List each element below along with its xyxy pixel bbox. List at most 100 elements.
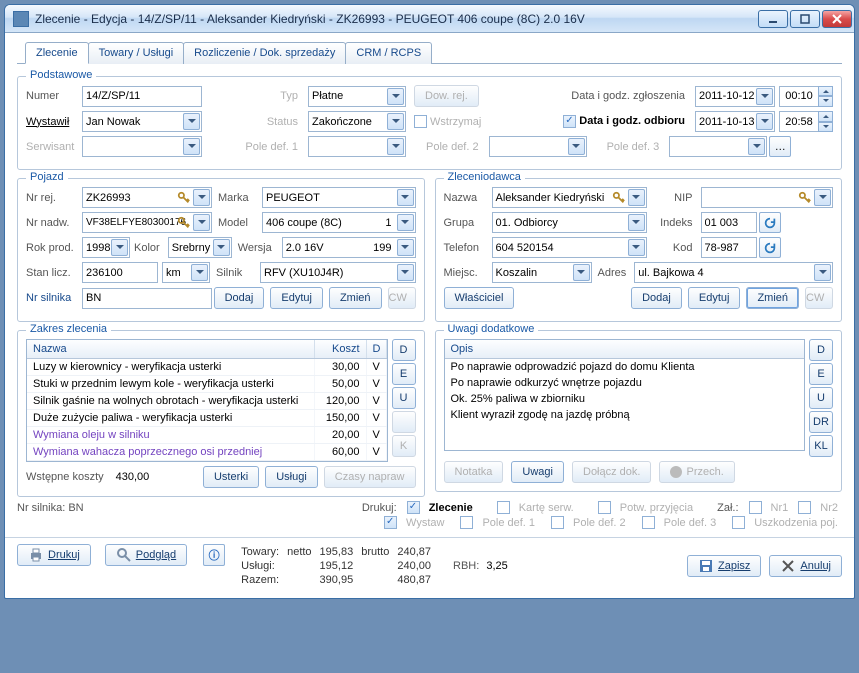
czasy-button[interactable]: Czasy napraw xyxy=(324,466,416,488)
marka-combo[interactable]: PEUGEOT xyxy=(262,187,416,208)
time-spinner2[interactable] xyxy=(818,111,833,132)
model-combo[interactable]: 406 coupe (8C)1 xyxy=(262,212,416,233)
notes-side-D[interactable]: D xyxy=(809,339,833,361)
datazgl-date[interactable]: 2011-10-12 xyxy=(695,86,775,107)
nr2-check[interactable] xyxy=(798,501,811,514)
chevron-down-icon[interactable] xyxy=(111,239,128,256)
kolor-combo[interactable]: Srebrny xyxy=(168,237,232,258)
close-button[interactable] xyxy=(822,10,852,28)
tab-towary[interactable]: Towary / Usługi xyxy=(88,42,185,64)
status-combo[interactable]: Zakończone xyxy=(308,111,406,132)
uwagi-button[interactable]: Uwagi xyxy=(511,461,564,483)
chevron-down-icon[interactable] xyxy=(756,88,773,105)
wystaw-check[interactable] xyxy=(384,516,397,529)
table-row[interactable]: Wymiana wahacza poprzecznego osi przedni… xyxy=(27,444,387,461)
table-row[interactable]: Silnik gaśnie na wolnych obrotach - wery… xyxy=(27,393,387,410)
chevron-down-icon[interactable] xyxy=(628,214,645,231)
datazgl-time[interactable] xyxy=(779,86,819,107)
nrsil-input[interactable] xyxy=(82,288,212,309)
time-spinner[interactable] xyxy=(818,86,833,107)
notatka-button[interactable]: Notatka xyxy=(444,461,504,483)
chevron-down-icon[interactable] xyxy=(568,138,585,155)
drukuj-button[interactable]: Drukuj xyxy=(17,544,91,566)
karte-check[interactable] xyxy=(497,501,510,514)
nazwa-input[interactable]: Aleksander Kiedryński xyxy=(492,187,647,208)
chevron-down-icon[interactable] xyxy=(397,239,414,256)
table-row[interactable]: Luzy w kierownicy - weryfikacja usterki3… xyxy=(27,359,387,376)
info-button[interactable]: ⓘ xyxy=(203,544,225,566)
chevron-down-icon[interactable] xyxy=(748,138,765,155)
grupa-combo[interactable]: 01. Odbiorcy xyxy=(492,212,647,233)
veh-zmien-button[interactable]: Zmień xyxy=(329,287,382,309)
pd-more-button[interactable]: … xyxy=(769,136,791,157)
dataodb-date[interactable]: 2011-10-13 xyxy=(695,111,775,132)
chevron-down-icon[interactable] xyxy=(387,113,404,130)
chevron-down-icon[interactable] xyxy=(191,264,208,281)
nrnad-input[interactable]: VF38ELFYE80300176 xyxy=(82,212,212,233)
nr1-check[interactable] xyxy=(749,501,762,514)
chevron-down-icon[interactable] xyxy=(193,189,210,206)
tab-rozliczenie[interactable]: Rozliczenie / Dok. sprzedaży xyxy=(183,42,346,64)
miejsc-combo[interactable]: Koszalin xyxy=(492,262,592,283)
silnik-combo[interactable]: RFV (XU10J4R) xyxy=(260,262,416,283)
chevron-down-icon[interactable] xyxy=(814,189,831,206)
tab-crm[interactable]: CRM / RCPS xyxy=(345,42,432,64)
kod-refresh-button[interactable] xyxy=(759,237,781,258)
anuluj-button[interactable]: Anuluj xyxy=(769,555,842,577)
chevron-down-icon[interactable] xyxy=(814,264,831,281)
col-koszt[interactable]: Koszt xyxy=(315,340,367,358)
stan-unit[interactable]: km xyxy=(162,262,210,283)
pd2-combo[interactable] xyxy=(489,136,587,157)
zapisz-button[interactable]: Zapisz xyxy=(687,555,761,577)
typ-combo[interactable]: Płatne xyxy=(308,86,406,107)
scope-side-E[interactable]: E xyxy=(392,363,416,385)
pd3-check[interactable] xyxy=(642,516,655,529)
scope-side-D[interactable]: D xyxy=(392,339,416,361)
indeks-input[interactable] xyxy=(701,212,757,233)
chevron-down-icon[interactable] xyxy=(573,264,590,281)
adres-combo[interactable]: ul. Bajkowa 4 xyxy=(634,262,833,283)
podglad-button[interactable]: Podgląd xyxy=(105,544,187,566)
pd2-check[interactable] xyxy=(551,516,564,529)
przech-button[interactable]: Przech. xyxy=(659,461,734,483)
kod-input[interactable] xyxy=(701,237,757,258)
indeks-refresh-button[interactable] xyxy=(759,212,781,233)
pd1-combo[interactable] xyxy=(308,136,406,157)
stan-input[interactable] xyxy=(82,262,158,283)
pd1-check[interactable] xyxy=(460,516,473,529)
minimize-button[interactable] xyxy=(758,10,788,28)
tel-input[interactable]: 604 520154 xyxy=(492,237,647,258)
cli-zmien-button[interactable]: Zmień xyxy=(746,287,799,309)
dowrej-button[interactable]: Dow. rej. xyxy=(414,85,479,107)
potw-check[interactable] xyxy=(598,501,611,514)
chevron-down-icon[interactable] xyxy=(397,189,414,206)
chevron-down-icon[interactable] xyxy=(193,214,210,231)
numer-input[interactable] xyxy=(82,86,202,107)
cli-cw-button[interactable]: CW xyxy=(805,287,833,309)
scope-side-U[interactable]: U xyxy=(392,387,416,409)
wstrzymaj-check[interactable] xyxy=(414,115,427,128)
chevron-down-icon[interactable] xyxy=(387,138,404,155)
cli-edytuj-button[interactable]: Edytuj xyxy=(688,287,741,309)
notes-side-KL[interactable]: KL xyxy=(809,435,833,457)
chevron-down-icon[interactable] xyxy=(628,189,645,206)
col-nazwa[interactable]: Nazwa xyxy=(27,340,315,358)
usterki-button[interactable]: Usterki xyxy=(203,466,259,488)
veh-cw-button[interactable]: CW xyxy=(388,287,416,309)
maximize-button[interactable] xyxy=(790,10,820,28)
chevron-down-icon[interactable] xyxy=(756,113,773,130)
nrrej-input[interactable]: ZK26993 xyxy=(82,187,212,208)
chevron-down-icon[interactable] xyxy=(183,138,200,155)
notes-box[interactable]: Opis Po naprawie odprowadzić pojazd do d… xyxy=(444,339,806,451)
notes-side-U[interactable]: U xyxy=(809,387,833,409)
chevron-down-icon[interactable] xyxy=(397,264,414,281)
table-row[interactable]: Wymiana oleju w silniku20,00V xyxy=(27,427,387,444)
wersja-combo[interactable]: 2.0 16V199 xyxy=(282,237,416,258)
chevron-down-icon[interactable] xyxy=(628,239,645,256)
col-d[interactable]: D xyxy=(367,340,387,358)
scope-side-blank[interactable] xyxy=(392,411,416,433)
chevron-down-icon[interactable] xyxy=(397,214,414,231)
tab-zlecenie[interactable]: Zlecenie xyxy=(25,42,89,64)
dataodb-time[interactable] xyxy=(779,111,819,132)
dolacz-button[interactable]: Dołącz dok. xyxy=(572,461,651,483)
